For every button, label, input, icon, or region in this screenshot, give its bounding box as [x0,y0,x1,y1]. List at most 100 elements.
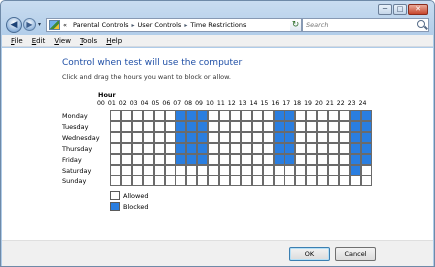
hour-cell[interactable] [306,131,318,143]
hour-cell[interactable] [229,175,241,187]
hour-cell[interactable] [295,153,307,165]
hour-cell[interactable] [306,142,318,154]
hour-cell[interactable] [251,175,263,187]
hour-cell[interactable] [328,153,339,165]
hour-cell[interactable] [131,142,143,154]
hour-cell[interactable] [131,131,143,143]
hour-cell[interactable] [251,110,263,121]
hour-cell[interactable] [186,120,198,132]
hour-cell[interactable] [110,110,121,121]
hour-cell[interactable] [349,131,361,143]
hour-cell[interactable] [317,164,329,176]
menu-view[interactable]: View [54,37,71,45]
menu-tools[interactable]: Tools [80,37,97,45]
hour-cell[interactable] [164,120,176,132]
hour-cell[interactable] [273,164,285,176]
hour-cell[interactable] [164,131,176,143]
hour-cell[interactable] [120,175,132,187]
hour-cell[interactable] [219,175,230,187]
breadcrumb-time-restrictions[interactable]: Time Restrictions [190,21,246,29]
hour-cell[interactable] [284,164,296,176]
hour-cell[interactable] [251,131,263,143]
search-box[interactable] [302,18,429,32]
hour-cell[interactable] [295,142,307,154]
breadcrumb-separator-icon[interactable]: ▸ [184,22,187,29]
hour-cell[interactable] [328,164,339,176]
hour-cell[interactable] [208,110,220,121]
close-button[interactable]: ✕ [408,4,428,15]
hour-cell[interactable] [164,142,176,154]
hour-cell[interactable] [175,142,187,154]
breadcrumb-parental-controls[interactable]: Parental Controls [73,21,129,29]
hour-cell[interactable] [153,131,165,143]
hour-cell[interactable] [360,131,372,143]
hour-cell[interactable] [153,175,165,187]
ok-button[interactable]: OK [289,247,330,261]
hour-cell[interactable] [338,131,350,143]
hour-cell[interactable] [186,142,198,154]
hour-cell[interactable] [229,110,241,121]
hour-cell[interactable] [142,110,154,121]
hour-cell[interactable] [338,142,350,154]
hour-cell[interactable] [164,153,176,165]
hour-cell[interactable] [186,110,198,121]
hour-cell[interactable] [240,153,252,165]
hour-cell[interactable] [219,142,230,154]
hour-cell[interactable] [295,110,307,121]
hour-cell[interactable] [240,164,252,176]
hour-cell[interactable] [131,175,143,187]
maximize-button[interactable]: □ [393,4,407,15]
hour-cell[interactable] [317,175,329,187]
hour-cell[interactable] [284,131,296,143]
hour-cell[interactable] [295,175,307,187]
hour-cell[interactable] [197,131,209,143]
hour-cell[interactable] [208,131,220,143]
hour-cell[interactable] [153,164,165,176]
hour-cell[interactable] [360,153,372,165]
hour-cell[interactable] [349,142,361,154]
hour-cell[interactable] [153,142,165,154]
hour-cell[interactable] [197,120,209,132]
hour-cell[interactable] [295,120,307,132]
hour-cell[interactable] [142,153,154,165]
hour-cell[interactable] [349,110,361,121]
hour-cell[interactable] [197,153,209,165]
hour-cell[interactable] [219,131,230,143]
hour-cell[interactable] [338,120,350,132]
hour-cell[interactable] [208,120,220,132]
hour-cell[interactable] [262,110,274,121]
hour-cell[interactable] [338,153,350,165]
hour-cell[interactable] [284,175,296,187]
hour-cell[interactable] [153,110,165,121]
hour-cell[interactable] [273,142,285,154]
hour-cell[interactable] [284,153,296,165]
hour-cell[interactable] [219,120,230,132]
hour-cell[interactable] [317,110,329,121]
hour-cell[interactable] [186,175,198,187]
hour-cell[interactable] [175,110,187,121]
hour-cell[interactable] [197,175,209,187]
hour-cell[interactable] [262,142,274,154]
hour-cell[interactable] [349,153,361,165]
hour-cell[interactable] [208,175,220,187]
minimize-button[interactable]: ─ [378,4,392,15]
hour-cell[interactable] [360,142,372,154]
hour-cell[interactable] [306,110,318,121]
hour-cell[interactable] [186,164,198,176]
hour-cell[interactable] [229,142,241,154]
hour-cell[interactable] [328,142,339,154]
hour-cell[interactable] [110,164,121,176]
hour-cell[interactable] [142,131,154,143]
hour-cell[interactable] [164,175,176,187]
recent-pages-dropdown[interactable]: ▾ [38,21,41,28]
hour-cell[interactable] [186,131,198,143]
hour-cell[interactable] [349,175,361,187]
hour-cell[interactable] [110,142,121,154]
cancel-button[interactable]: Cancel [335,247,376,261]
hour-cell[interactable] [120,120,132,132]
hour-cell[interactable] [175,175,187,187]
hour-cell[interactable] [251,120,263,132]
breadcrumb-user-controls[interactable]: User Controls [138,21,182,29]
hour-cell[interactable] [360,120,372,132]
hour-cell[interactable] [295,164,307,176]
